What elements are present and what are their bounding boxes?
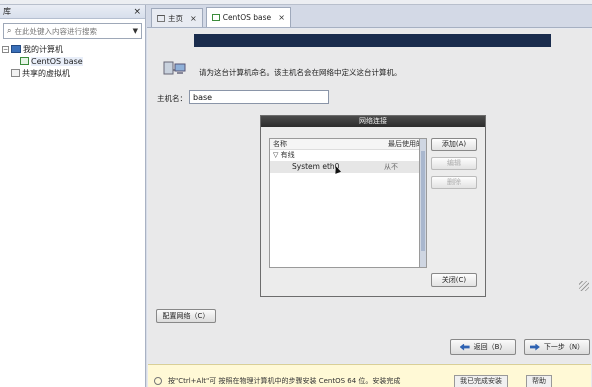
hostname-input[interactable] — [189, 90, 329, 104]
search-dropdown-icon[interactable]: ▼ — [133, 27, 138, 35]
tab-close-icon[interactable]: × — [278, 13, 285, 22]
tab-home[interactable]: 主页 × — [151, 8, 203, 27]
library-panel: 库 × ⌕ 在此处键入内容进行搜索 ▼ − 我的计算机 CentOS base … — [0, 5, 146, 387]
next-label: 下一步（N） — [543, 343, 585, 351]
network-connections-dialog: 网络连接 名称 最后使用的 ▽ 有线 System eth0 从不 添加(A) … — [260, 115, 486, 297]
column-last-used: 最后使用的 — [388, 140, 423, 148]
scrollbar-thumb[interactable] — [421, 151, 425, 251]
tab-bar: 主页 × CentOS base × — [147, 5, 592, 28]
status-message: 按"Ctrl+Alt"可 按照在物理计算机中的步骤安装 CentOS 64 位。… — [154, 376, 400, 386]
expand-icon[interactable]: ▽ — [273, 151, 278, 159]
group-wired[interactable]: ▽ 有线 — [270, 150, 426, 161]
hostname-label: 主机名： — [157, 94, 187, 103]
collapse-icon[interactable]: − — [2, 45, 9, 53]
hostname-description: 请为这台计算机命名。该主机名会在网络中定义这台计算机。 — [199, 68, 402, 77]
search-icon: ⌕ — [7, 26, 12, 35]
tree-item-my-computer[interactable]: − 我的计算机 — [2, 43, 143, 55]
network-computer-icon — [163, 61, 186, 75]
computer-icon — [11, 45, 21, 53]
library-close-button[interactable]: × — [133, 7, 141, 17]
tree-item-label: CentOS base — [31, 56, 83, 66]
connection-list[interactable]: 名称 最后使用的 ▽ 有线 System eth0 从不 — [269, 138, 427, 268]
configure-network-button[interactable]: 配置网络（C） — [156, 309, 216, 323]
column-name: 名称 — [273, 140, 287, 148]
back-button[interactable]: 返回（B） — [450, 339, 516, 355]
tab-label: CentOS base — [222, 13, 272, 22]
install-status-bar: 按"Ctrl+Alt"可 按照在物理计算机中的步骤安装 CentOS 64 位。… — [148, 364, 591, 387]
list-scrollbar[interactable] — [419, 138, 427, 268]
next-button[interactable]: 下一步（N） — [524, 339, 590, 355]
add-button[interactable]: 添加(A) — [431, 138, 477, 151]
arrow-left-icon — [459, 343, 470, 351]
library-search-box[interactable]: ⌕ 在此处键入内容进行搜索 ▼ — [3, 23, 142, 39]
vm-console[interactable]: 请为这台计算机命名。该主机名会在网络中定义这台计算机。 主机名： 网络连接 名称… — [148, 29, 591, 363]
install-done-button[interactable]: 我已完成安装 — [454, 375, 508, 387]
home-icon — [157, 14, 165, 22]
dialog-close-button[interactable]: 关闭(C) — [431, 273, 477, 287]
library-search-input[interactable]: 在此处键入内容进行搜索 — [14, 26, 129, 37]
list-item[interactable]: System eth0 从不 — [270, 161, 426, 173]
edit-button[interactable]: 编辑 — [431, 157, 477, 170]
delete-button[interactable]: 删除 — [431, 176, 477, 189]
tree-item-centos-base[interactable]: CentOS base — [2, 55, 143, 67]
tree-item-label: 我的计算机 — [23, 44, 63, 54]
tab-label: 主页 — [168, 13, 183, 23]
dialog-title: 网络连接 — [261, 116, 485, 127]
list-header: 名称 最后使用的 — [270, 139, 426, 150]
help-button[interactable]: 帮助 — [526, 375, 552, 387]
group-label: 有线 — [280, 151, 295, 159]
resize-grip-icon[interactable] — [579, 281, 589, 291]
back-label: 返回（B） — [473, 343, 507, 351]
vm-icon — [211, 14, 220, 21]
library-header: 库 × — [0, 5, 145, 19]
tree-item-shared-vms[interactable]: 共享的虚拟机 — [2, 67, 143, 79]
shared-vm-icon — [11, 69, 20, 77]
library-title: 库 — [3, 7, 11, 16]
info-icon — [154, 377, 162, 385]
library-tree: − 我的计算机 CentOS base 共享的虚拟机 — [0, 43, 145, 79]
tab-centos-base[interactable]: CentOS base × — [205, 7, 291, 27]
installer-banner — [194, 34, 551, 47]
tree-item-label: 共享的虚拟机 — [22, 68, 70, 78]
arrow-right-icon — [529, 343, 540, 351]
connection-last-used: 从不 — [384, 163, 398, 171]
status-text: 按"Ctrl+Alt"可 按照在物理计算机中的步骤安装 CentOS 64 位。… — [168, 377, 401, 385]
tab-close-icon[interactable]: × — [190, 14, 197, 23]
main-area: 主页 × CentOS base × 请为这台计算机命名。该主机名会在网络中定义… — [147, 5, 592, 387]
vm-icon — [20, 57, 29, 65]
